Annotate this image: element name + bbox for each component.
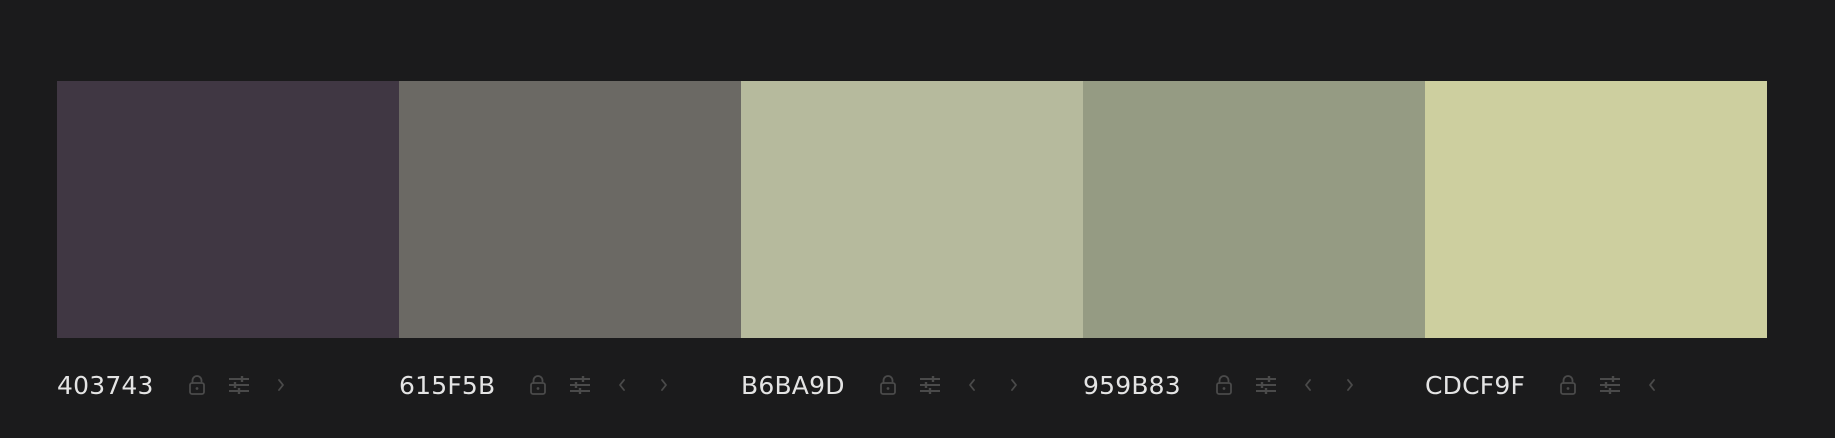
chevron-left-icon[interactable]: [601, 364, 643, 406]
color-swatch-5[interactable]: [1425, 81, 1767, 338]
lock-icon[interactable]: [517, 364, 559, 406]
lock-icon[interactable]: [867, 364, 909, 406]
color-column-5: CDCF9F: [1425, 360, 1767, 410]
chevron-right-icon[interactable]: [993, 364, 1035, 406]
color-column-3: B6BA9D: [741, 360, 1083, 410]
color-swatch-4[interactable]: [1083, 81, 1425, 338]
chevron-left-icon[interactable]: [1631, 364, 1673, 406]
color-labels-row: 403743 615F5B B6BA9D 959B83 CDCF9F: [57, 360, 1767, 410]
color-swatch-3[interactable]: [741, 81, 1083, 338]
adjust-icon[interactable]: [1589, 364, 1631, 406]
hex-code-label[interactable]: B6BA9D: [741, 371, 845, 400]
color-column-2: 615F5B: [399, 360, 741, 410]
chevron-right-icon[interactable]: [643, 364, 685, 406]
color-column-4: 959B83: [1083, 360, 1425, 410]
chevron-right-icon[interactable]: [260, 364, 302, 406]
hex-code-label[interactable]: 403743: [57, 371, 154, 400]
hex-code-label[interactable]: 615F5B: [399, 371, 495, 400]
color-palette: [57, 81, 1767, 338]
chevron-right-icon[interactable]: [1329, 364, 1371, 406]
hex-code-label[interactable]: CDCF9F: [1425, 371, 1525, 400]
color-swatch-1[interactable]: [57, 81, 399, 338]
lock-icon[interactable]: [176, 364, 218, 406]
hex-code-label[interactable]: 959B83: [1083, 371, 1181, 400]
adjust-icon[interactable]: [1245, 364, 1287, 406]
adjust-icon[interactable]: [909, 364, 951, 406]
adjust-icon[interactable]: [559, 364, 601, 406]
color-swatch-2[interactable]: [399, 81, 741, 338]
color-column-1: 403743: [57, 360, 399, 410]
lock-icon[interactable]: [1203, 364, 1245, 406]
lock-icon[interactable]: [1547, 364, 1589, 406]
chevron-left-icon[interactable]: [951, 364, 993, 406]
adjust-icon[interactable]: [218, 364, 260, 406]
chevron-left-icon[interactable]: [1287, 364, 1329, 406]
